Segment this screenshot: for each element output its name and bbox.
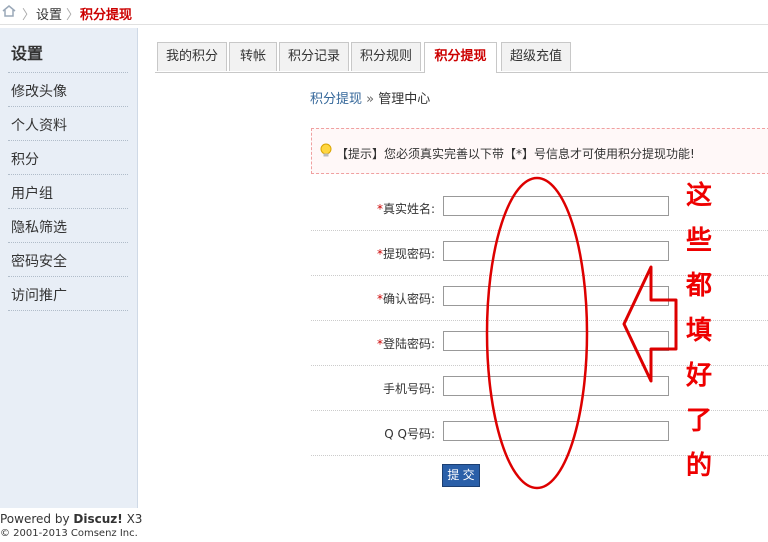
annotation-char: 些 [686, 226, 713, 256]
sidebar-item-password[interactable]: 密码安全 [11, 251, 67, 271]
sub-breadcrumb: 积分提现 » 管理中心 [310, 88, 430, 107]
annotation-char: 了 [686, 406, 713, 436]
tab-bar: 我的积分 转帐 积分记录 积分规则 积分提现 超级充值 [155, 40, 768, 73]
home-icon[interactable] [2, 5, 16, 17]
divider [8, 106, 128, 107]
login-password-input[interactable] [443, 331, 669, 351]
annotation-char: 填 [686, 316, 713, 346]
divider [8, 208, 128, 209]
lightbulb-icon [320, 143, 332, 157]
sidebar: 设置 修改头像 个人资料 积分 用户组 隐私筛选 密码安全 访问推广 [0, 28, 138, 508]
confirm-password-input[interactable] [443, 286, 669, 306]
footer-powered: Powered by Discuz! X3 [0, 512, 142, 526]
footer-powered-text: Powered by [0, 512, 70, 526]
breadcrumb-current: 积分提现 [80, 8, 133, 23]
breadcrumb-separator: 〉 [22, 8, 36, 23]
annotation-char: 的 [686, 451, 713, 481]
divider [8, 140, 128, 141]
notice-text: 【提示】您必须真实完善以下带【*】号信息才可使用积分提现功能! [336, 147, 695, 161]
sidebar-title: 设置 [11, 44, 44, 63]
annotation-char: 好 [686, 361, 713, 391]
footer-copyright: © 2001-2013 Comsenz Inc. [0, 528, 138, 539]
sub-breadcrumb-link[interactable]: 积分提现 [310, 92, 362, 107]
sidebar-item-profile[interactable]: 个人资料 [11, 115, 67, 135]
qq-input[interactable] [443, 421, 669, 441]
annotation-char: 这 [686, 181, 713, 211]
field-label: 手机号码: [382, 382, 435, 396]
breadcrumb-separator: 〉 [66, 8, 80, 23]
tab-credit-rules[interactable]: 积分规则 [351, 42, 421, 71]
tab-withdraw[interactable]: 积分提现 [424, 42, 497, 73]
field-label: 提现密码: [382, 247, 435, 261]
annotation-char: 都 [686, 271, 713, 301]
divider [8, 242, 128, 243]
sidebar-item-credits[interactable]: 积分 [11, 149, 39, 169]
field-label: 登陆密码: [382, 337, 435, 351]
real-name-input[interactable] [443, 196, 669, 216]
sidebar-item-avatar[interactable]: 修改头像 [11, 81, 67, 101]
sub-breadcrumb-current: 管理中心 [378, 92, 431, 107]
submit-button[interactable]: 提 交 [442, 464, 480, 487]
divider [8, 310, 128, 311]
field-label: 真实姓名: [382, 202, 435, 216]
field-label: Q Q号码: [384, 427, 435, 441]
sidebar-item-usergroup[interactable]: 用户组 [11, 183, 53, 203]
tab-transfer[interactable]: 转帐 [229, 42, 277, 71]
footer-brand-link[interactable]: Discuz! [73, 512, 122, 526]
divider [8, 174, 128, 175]
notice-box: 【提示】您必须真实完善以下带【*】号信息才可使用积分提现功能! [311, 128, 768, 174]
sub-breadcrumb-separator: » [366, 92, 375, 107]
divider [8, 276, 128, 277]
footer-version: X3 [126, 512, 143, 526]
withdraw-password-input[interactable] [443, 241, 669, 261]
tab-my-credits[interactable]: 我的积分 [157, 42, 227, 71]
divider [8, 72, 128, 73]
tab-super-recharge[interactable]: 超级充值 [501, 42, 571, 71]
breadcrumb: 〉 设置 〉 积分提现 [0, 0, 768, 25]
field-label: 确认密码: [382, 292, 435, 306]
breadcrumb-settings-link[interactable]: 设置 [36, 4, 62, 23]
mobile-input[interactable] [443, 376, 669, 396]
sidebar-item-privacy[interactable]: 隐私筛选 [11, 217, 67, 237]
tab-credit-log[interactable]: 积分记录 [279, 42, 349, 71]
sidebar-item-promotion[interactable]: 访问推广 [11, 285, 67, 305]
